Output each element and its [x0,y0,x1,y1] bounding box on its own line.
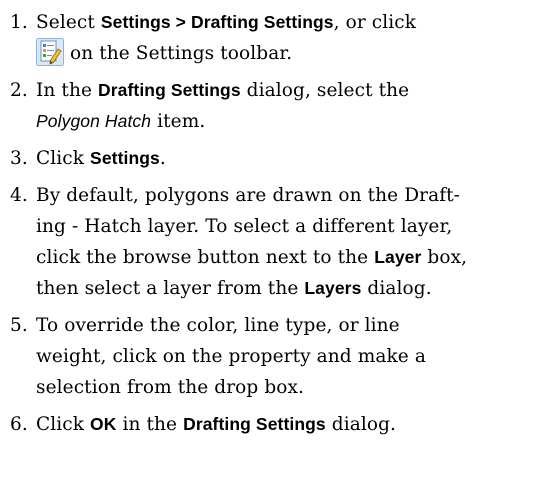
step-6: 6. Click OK in the Drafting Settings dia… [0,409,543,440]
step-text: To override the color, line type, or lin… [36,315,400,336]
step-number: 1. [10,12,28,33]
dialog-name: Layers [304,278,362,298]
step-text: item. [151,111,206,132]
step-2: 2. In the Drafting Settings dialog, sele… [0,75,543,137]
step-1: 1. Select Settings > Drafting Settings, … [0,7,543,69]
step-number: 2. [10,80,28,101]
menu-path: Settings > Drafting Settings [100,12,334,32]
step-text: Click [36,148,91,169]
step-text: ing - Hatch layer. To select a different… [36,216,453,237]
step-text: on the Settings toolbar. [70,43,293,64]
step-text: In the [36,80,98,101]
step-text: selection from the drop box. [36,377,305,398]
step-text: in the [116,414,184,435]
step-text: then select a layer from the [36,278,305,299]
step-number: 5. [10,315,28,336]
step-text: Select [36,12,101,33]
step-text: dialog. [325,414,397,435]
step-5: 5. To override the color, line type, or … [0,310,543,403]
step-text: , or click [333,12,417,33]
step-text: dialog. [361,278,432,299]
button-name: OK [90,414,117,434]
step-number: 3. [10,148,28,169]
button-name: Settings [90,148,160,168]
step-4: 4. By default, polygons are drawn on the… [0,180,543,304]
step-text: By default, polygons are drawn on the Dr… [36,185,461,206]
step-text: dialog, select the [240,80,410,101]
step-number: 6. [10,414,28,435]
drafting-settings-icon [36,38,64,66]
step-3: 3. Click Settings. [0,143,543,174]
step-number: 4. [10,185,28,206]
step-text: click the browse button next to the [36,247,375,268]
item-name: Polygon Hatch [36,111,152,131]
dialog-name: Drafting Settings [97,80,241,100]
step-text: box, [421,247,468,268]
step-text: weight, click on the property and make a [36,346,426,367]
step-text: Click [36,414,91,435]
field-name: Layer [374,247,422,267]
dialog-name: Drafting Settings [183,414,326,434]
step-text: . [159,148,166,169]
instruction-steps: 1. Select Settings > Drafting Settings, … [0,0,543,440]
